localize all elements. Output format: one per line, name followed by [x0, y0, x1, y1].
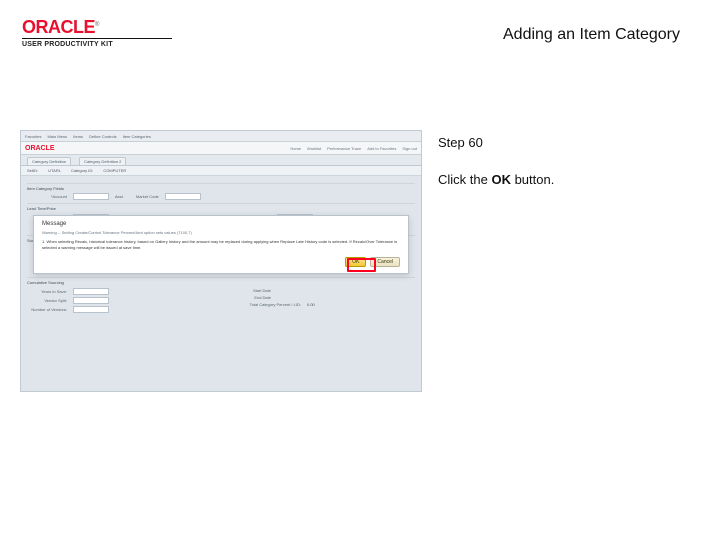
cancel-button[interactable]: Cancel — [370, 257, 400, 267]
section-item-category-fields: Item Category Fields — [27, 183, 415, 191]
step-label: Step 60 — [438, 135, 688, 150]
brand-tm: ® — [95, 22, 99, 28]
breadcrumb-item[interactable]: Main Menu — [47, 134, 67, 139]
brand-main: ORACLE — [22, 17, 95, 37]
form-row: *Account Acct Market Code — [27, 193, 415, 200]
market-code-label: Market Code — [129, 194, 159, 199]
years-to-save-field[interactable] — [73, 288, 109, 295]
message-dialog: Message Warning -- Setting Create/Contro… — [33, 215, 409, 274]
app-brand-logo: ORACLE — [25, 145, 55, 152]
tab-category-definition[interactable]: Category Definition — [27, 157, 71, 165]
page-title: Adding an Item Category — [503, 26, 680, 44]
number-of-vendors-label: Number of Vendors: — [27, 307, 67, 312]
brand-logo: ORACLE® — [22, 18, 172, 36]
vendor-split-field[interactable] — [73, 297, 109, 304]
instruction-suffix: button. — [511, 172, 554, 187]
brand-block: ORACLE® USER PRODUCTIVITY KIT — [22, 18, 172, 48]
account-label: *Account — [27, 194, 67, 199]
breadcrumb-item[interactable]: Items — [73, 134, 83, 139]
tab-category-definition-2[interactable]: Category Definition 2 — [79, 157, 126, 165]
top-link[interactable]: Performance Trace — [327, 146, 361, 151]
vendor-split-label: Vendor Split: — [27, 298, 67, 303]
account-field[interactable] — [73, 193, 109, 200]
dialog-title: Message — [42, 221, 400, 227]
breadcrumb-bar: Favorites Main Menu Items Define Control… — [21, 131, 421, 142]
instruction-prefix: Click the — [438, 172, 491, 187]
total-category-percent-value: 0.00 — [307, 302, 315, 307]
brand-subtitle: USER PRODUCTIVITY KIT — [22, 38, 172, 48]
section-lead-time-price: Lead Time/Price — [27, 203, 415, 211]
category-id-value: COMPUTER — [103, 168, 126, 173]
dialog-hint: Warning -- Setting Create/Control Tolera… — [42, 230, 400, 235]
breadcrumb-item[interactable]: Favorites — [25, 134, 41, 139]
total-category-percent-label: Total Category Percent / LID: — [231, 302, 301, 307]
tab-bar: Category Definition Category Definition … — [21, 155, 421, 166]
dialog-body: 1. When selecting Recalc, historical tol… — [42, 239, 400, 251]
account-hint: Acct — [115, 194, 123, 199]
category-id-label: Category ID: — [71, 168, 93, 173]
instruction-panel: Step 60 Click the OK button. — [438, 135, 688, 187]
setid-label: SetID: — [27, 168, 38, 173]
app-top-links: Home Worklist Performance Trace Add to F… — [290, 146, 417, 151]
app-brand-row: ORACLE Home Worklist Performance Trace A… — [21, 142, 421, 155]
end-date-label: End Date — [231, 295, 271, 300]
top-link[interactable]: Add to Favorites — [367, 146, 396, 151]
instruction-bold: OK — [491, 172, 511, 187]
context-row: SetID: UTARL Category ID: COMPUTER — [21, 166, 421, 176]
top-link[interactable]: Sign out — [402, 146, 417, 151]
embedded-app-screenshot: Favorites Main Menu Items Define Control… — [20, 130, 422, 392]
breadcrumb-item[interactable]: Item Categories — [123, 134, 151, 139]
ok-button[interactable]: OK — [345, 257, 366, 267]
breadcrumb-item[interactable]: Define Controls — [89, 134, 117, 139]
top-link[interactable]: Home — [290, 146, 301, 151]
dialog-button-row: OK Cancel — [42, 257, 400, 267]
market-code-field[interactable] — [165, 193, 201, 200]
section-cumulative-sourcing: Cumulative Sourcing — [27, 277, 415, 285]
number-of-vendors-field[interactable] — [73, 306, 109, 313]
setid-value: UTARL — [48, 168, 61, 173]
start-date-label: Start Date — [231, 288, 271, 293]
top-link[interactable]: Worklist — [307, 146, 321, 151]
years-to-save-label: Years to Save: — [27, 289, 67, 294]
instruction-text: Click the OK button. — [438, 172, 688, 187]
